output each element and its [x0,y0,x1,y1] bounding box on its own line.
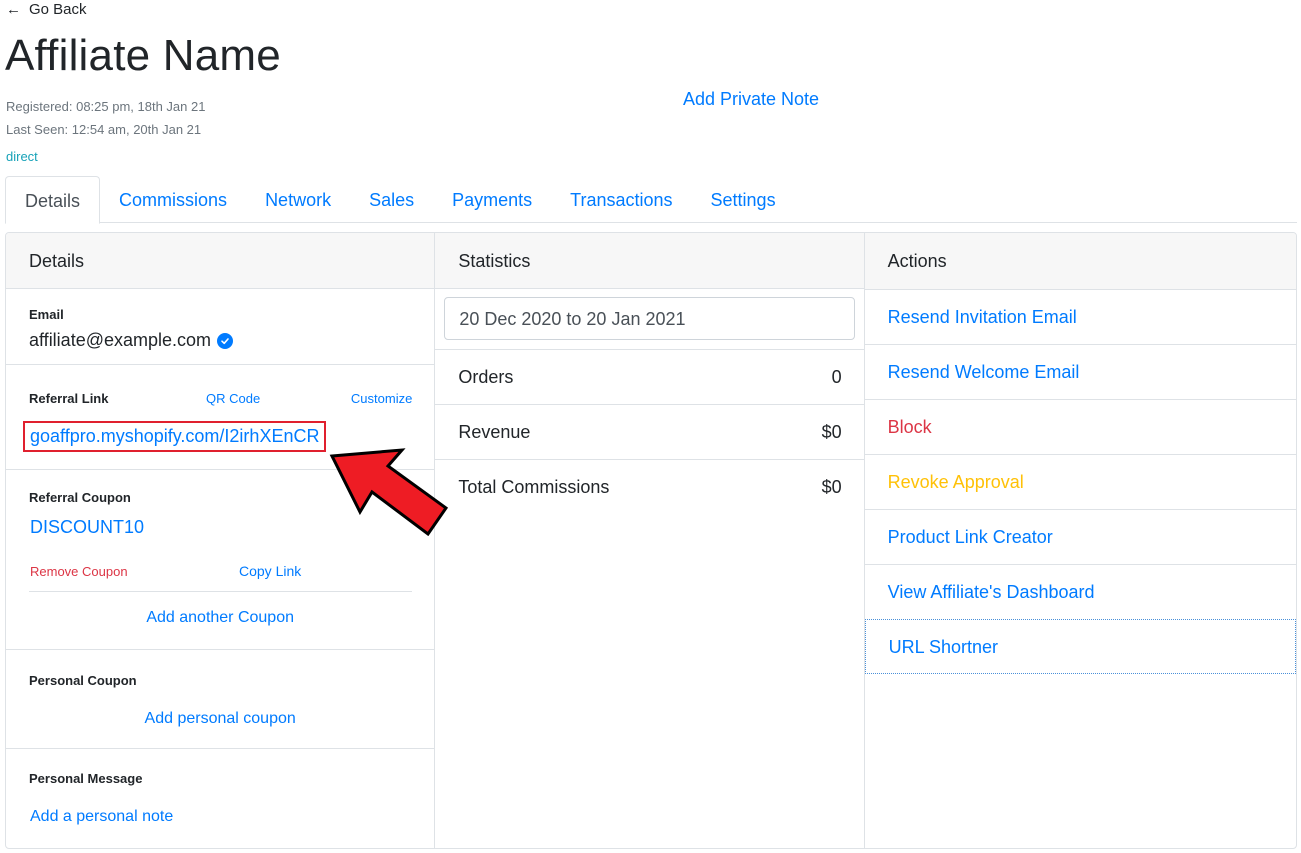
actions-heading: Actions [864,233,1296,289]
tab-settings[interactable]: Settings [692,176,795,223]
page-title: Affiliate Name [5,31,281,80]
tab-transactions[interactable]: Transactions [551,176,691,223]
referral-link[interactable]: goaffpro.myshopify.com/I2irhXEnCR [23,421,327,452]
resend-invitation-email-button[interactable]: Resend Invitation Email [864,289,1296,344]
stat-row-revenue: Revenue $0 [435,404,864,459]
email-value-row: affiliate@example.com [29,330,234,351]
stat-row-orders: Orders 0 [435,349,864,404]
qr-code-link[interactable]: QR Code [206,391,260,406]
block-button[interactable]: Block [864,399,1296,454]
tab-bar: Details Commissions Network Sales Paymen… [5,176,1297,224]
email-value: affiliate@example.com [29,330,212,350]
email-label: Email [29,307,64,322]
details-panels: Details Email affiliate@example.com Refe… [5,232,1297,849]
stat-value: $0 [821,421,842,442]
details-column: Details Email affiliate@example.com Refe… [6,233,436,848]
tab-network[interactable]: Network [246,176,350,223]
resend-welcome-email-button[interactable]: Resend Welcome Email [864,344,1296,399]
personal-coupon-section: Personal Coupon Add personal coupon [6,650,435,749]
product-link-creator-button[interactable]: Product Link Creator [864,509,1296,564]
tab-details[interactable]: Details [5,176,101,224]
stat-label: Revenue [458,421,531,442]
tab-sales[interactable]: Sales [350,176,433,223]
source-badge: direct [6,149,38,164]
verified-check-icon [217,332,234,349]
actions-column: Actions Resend Invitation Email Resend W… [864,233,1296,848]
tab-payments[interactable]: Payments [433,176,551,223]
remove-coupon-link[interactable]: Remove Coupon [30,564,128,579]
go-back-label: Go Back [29,1,87,18]
revoke-approval-button[interactable]: Revoke Approval [864,454,1296,509]
stat-value: 0 [831,366,842,387]
copy-link-button[interactable]: Copy Link [239,563,301,579]
stat-value: $0 [821,476,842,497]
annotation-arrow-icon [329,448,448,536]
personal-message-section: Personal Message Add a personal note [6,749,434,848]
url-shortner-button[interactable]: URL Shortner [864,619,1296,674]
personal-coupon-label: Personal Coupon [29,673,137,688]
add-private-note-link[interactable]: Add Private Note [683,89,819,110]
details-heading: Details [6,233,435,289]
arrow-left-icon: ← [6,1,21,18]
stat-label: Total Commissions [458,476,610,497]
view-affiliate-dashboard-button[interactable]: View Affiliate's Dashboard [864,564,1296,619]
stat-label: Orders [458,366,514,387]
last-seen-date: Last Seen: 12:54 am, 20th Jan 21 [6,122,202,137]
registered-date: Registered: 08:25 pm, 18th Jan 21 [6,99,206,114]
go-back-link[interactable]: ← Go Back [6,1,87,18]
tab-commissions[interactable]: Commissions [100,176,246,223]
referral-link-label: Referral Link [29,391,109,406]
email-section: Email affiliate@example.com [6,289,435,365]
stat-row-total-commissions: Total Commissions $0 [435,459,864,514]
add-another-coupon-link[interactable]: Add another Coupon [6,609,434,627]
statistics-column: Statistics 20 Dec 2020 to 20 Jan 2021 Or… [435,233,865,848]
coupon-code-link[interactable]: DISCOUNT10 [30,517,144,538]
customize-link[interactable]: Customize [351,391,412,406]
date-range-picker[interactable]: 20 Dec 2020 to 20 Jan 2021 [444,297,856,340]
divider [29,591,413,592]
add-personal-note-link[interactable]: Add a personal note [30,808,173,826]
statistics-heading: Statistics [435,233,864,289]
add-personal-coupon-link[interactable]: Add personal coupon [6,710,434,728]
referral-coupon-label: Referral Coupon [29,490,131,505]
personal-message-label: Personal Message [29,771,143,786]
